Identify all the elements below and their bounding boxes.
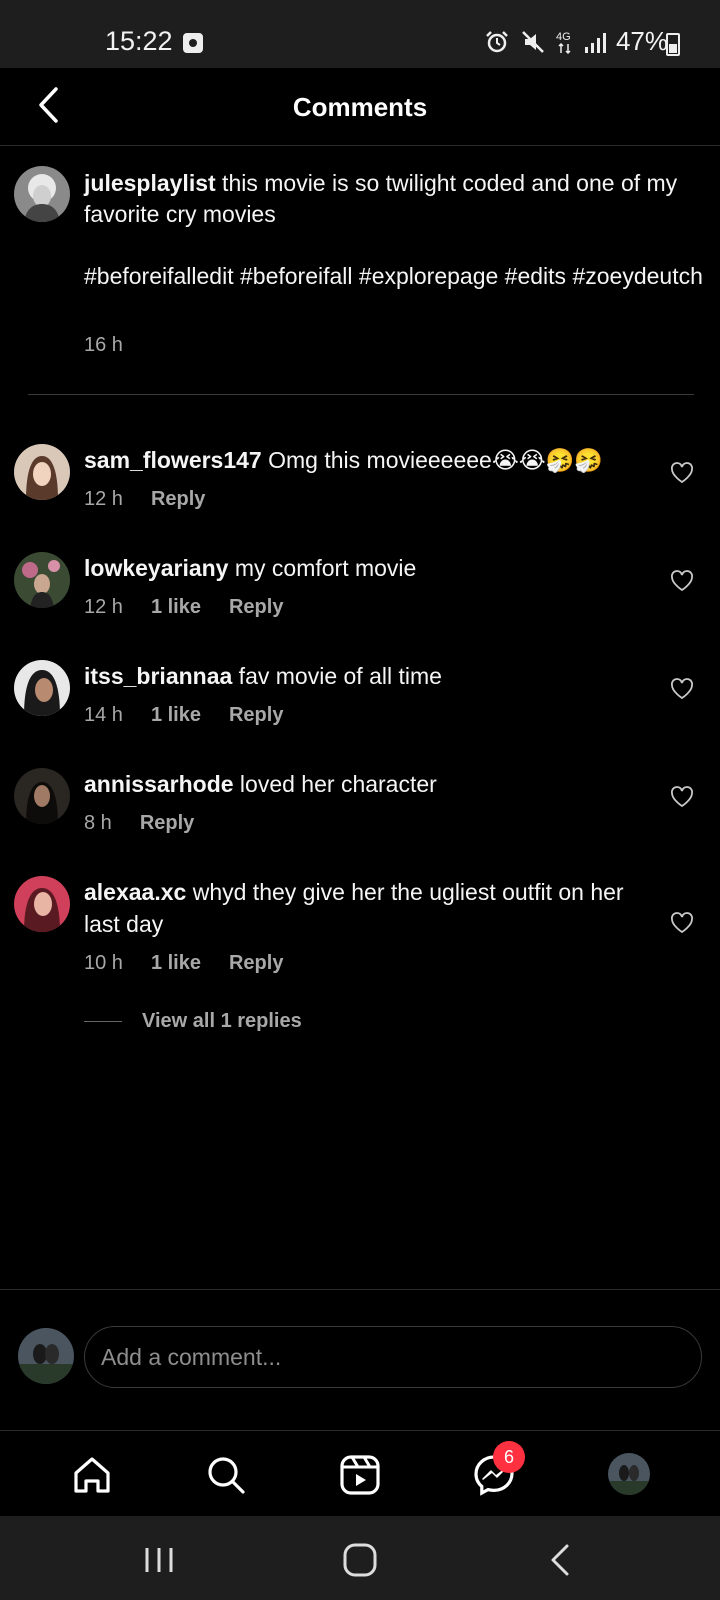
tab-reels[interactable] [336,1451,384,1499]
heart-icon[interactable] [670,462,694,484]
heart-icon[interactable] [670,786,694,808]
comment-username[interactable]: lowkeyariany [84,555,228,581]
view-replies-button[interactable]: View all 1 replies [84,1010,302,1033]
reply-button[interactable]: Reply [229,952,283,975]
my-avatar [18,1328,74,1384]
back-nav-icon[interactable] [541,1540,581,1580]
battery-icon [666,33,680,56]
signal-icon [584,32,606,53]
divider [28,394,694,395]
battery-percent: 47% [615,26,668,56]
avatar[interactable] [14,768,70,824]
comment-username[interactable]: annissarhode [84,771,234,797]
tab-home[interactable] [68,1451,116,1499]
comment-text: alexaa.xc whyd they give her the ugliest… [84,876,624,940]
mute-icon [522,30,544,53]
view-replies-label: View all 1 replies [142,1010,302,1032]
comment-body: my comfort movie [228,555,417,581]
avatar[interactable] [14,876,70,932]
comment-time: 12 h [84,488,123,510]
comment-composer [0,1289,720,1430]
caption-username[interactable]: julesplaylist [84,170,216,196]
likes-count[interactable]: 1 like [151,596,201,619]
heart-icon[interactable] [670,678,694,700]
search-icon [208,1457,245,1494]
tab-profile[interactable] [608,1453,650,1495]
replies-line [84,1021,122,1022]
reply-button[interactable]: Reply [229,704,283,727]
reply-button[interactable]: Reply [229,596,283,619]
comment-time: 8 h [84,812,112,834]
reels-icon [340,1455,380,1495]
caption-time: 16 h [84,334,123,356]
avatar[interactable] [14,166,70,222]
comment-time: 10 h [84,952,123,974]
reply-button[interactable]: Reply [140,812,194,835]
caption-text: julesplaylist this movie is so twilight … [84,168,714,292]
likes-count[interactable]: 1 like [151,952,201,975]
comment-text: lowkeyariany my comfort movie [84,552,624,584]
home-icon [74,1457,110,1493]
header: Comments [0,68,720,146]
messages-badge: 6 [493,1441,525,1473]
comment-input[interactable] [84,1326,702,1388]
comment-meta: 12 h 1 like Reply [84,596,283,619]
home-nav-icon[interactable] [340,1540,380,1580]
status-icons: 4G 47% [484,26,668,57]
comment-body: Omg this movieeeeee😭😭🤧🤧 [261,447,603,473]
comment-meta: 12 h Reply [84,488,205,511]
bottom-tab-bar: 6 [0,1430,720,1516]
avatar[interactable] [14,444,70,500]
comment-body: loved her character [233,771,437,797]
svg-text:4G: 4G [556,31,571,43]
comment-body: fav movie of all time [232,663,442,689]
comment-text: sam_flowers147 Omg this movieeeeee😭😭🤧🤧 [84,444,624,476]
system-nav-bar [0,1516,720,1600]
heart-icon[interactable] [670,912,694,934]
page-title: Comments [292,92,428,122]
avatar[interactable] [14,552,70,608]
avatar[interactable] [14,660,70,716]
likes-count[interactable]: 1 like [151,704,201,727]
screen-record-icon [183,33,203,53]
status-time: 15:22 [105,26,173,56]
comment-meta: 14 h 1 like Reply [84,704,283,727]
reply-button[interactable]: Reply [151,488,205,511]
heart-icon[interactable] [670,570,694,592]
network-4g-icon: 4G [556,31,571,54]
comment-text: itss_briannaa fav movie of all time [84,660,624,692]
comment-meta: 10 h 1 like Reply [84,952,283,975]
comment-username[interactable]: itss_briannaa [84,663,232,689]
comment-username[interactable]: sam_flowers147 [84,447,262,473]
status-bar: 15:22 4G 47% [0,0,720,68]
comment-username[interactable]: alexaa.xc [84,879,186,905]
comment-text: annissarhode loved her character [84,768,624,800]
alarm-icon [486,30,508,52]
recents-icon[interactable] [139,1540,179,1580]
tab-search[interactable] [202,1451,250,1499]
comment-time: 12 h [84,596,123,618]
comment-time: 14 h [84,704,123,726]
comment-meta: 8 h Reply [84,812,194,835]
caption-hashtags[interactable]: #beforeifalledit #beforeifall #explorepa… [84,261,714,292]
